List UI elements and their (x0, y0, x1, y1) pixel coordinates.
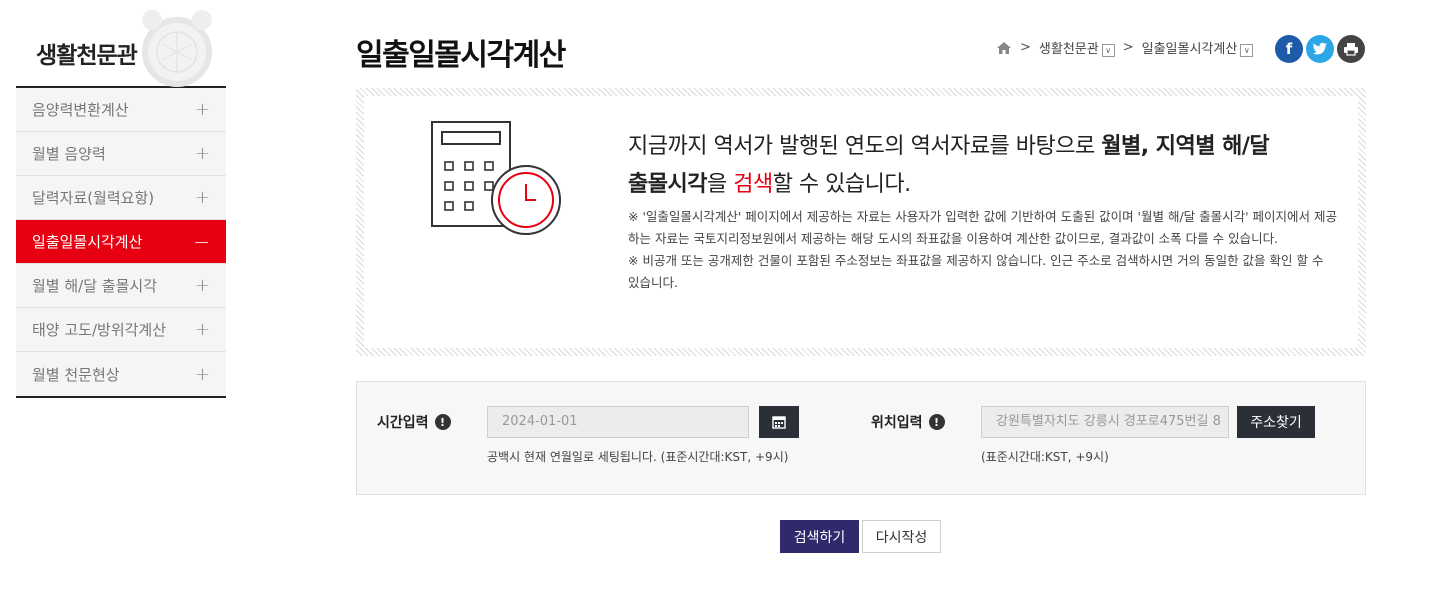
time-input-label: 시간입력 ! (377, 412, 451, 432)
facebook-icon[interactable]: f (1275, 35, 1303, 63)
chevron-down-icon[interactable]: ∨ (1240, 44, 1254, 57)
sidebar-item-label: 일출일몰시각계산 (32, 233, 143, 251)
breadcrumb-label: 일출일몰시각계산 (1141, 42, 1238, 57)
lead-text-part: 을 (706, 172, 734, 197)
calculator-clock-icon (431, 121, 561, 235)
search-button[interactable]: 검색하기 (780, 520, 859, 553)
plus-icon: + (194, 363, 210, 385)
calendar-button[interactable] (759, 406, 799, 438)
sidebar-item-monthly-astronomical-events[interactable]: 월별 천문현상 + (16, 352, 226, 396)
location-label-text: 위치입력 (871, 415, 923, 431)
lead-text-part: 할 수 있습니다. (772, 172, 911, 197)
lead-highlight-text: 검색 (733, 172, 773, 197)
sidebar-item-label: 월별 해/달 출몰시각 (32, 277, 157, 295)
time-hint: 공백시 현재 연월일로 세팅됩니다. (표준시간대:KST, +9시) (487, 450, 789, 464)
sidebar-title: 생활천문관 (36, 43, 138, 69)
alarm-clock-icon (142, 10, 212, 87)
sidebar-item-sunrise-sunset[interactable]: 일출일몰시각계산 − (16, 220, 226, 264)
twitter-icon[interactable] (1306, 35, 1334, 63)
chevron-right-icon: > (1020, 40, 1031, 55)
plus-icon: + (194, 143, 210, 164)
exclamation-icon[interactable]: ! (928, 414, 945, 430)
location-input-label: 위치입력 ! (871, 412, 945, 432)
address-search-button[interactable]: 주소찾기 (1237, 406, 1315, 438)
sidebar-item-lunar-solar-conversion[interactable]: 음양력변환계산 + (16, 88, 226, 132)
sidebar: 생활천문관 음양력변환계산 + 월별 음양력 + 달력자료(월력요항) + 일출… (16, 0, 226, 398)
sidebar-item-label: 월별 음양력 (32, 145, 106, 163)
chevron-right-icon: > (1122, 40, 1134, 55)
reset-button[interactable]: 다시작성 (862, 520, 941, 553)
info-box: 지금까지 역서가 발행된 연도의 역서자료를 바탕으로 월별, 지역별 해/달 … (356, 88, 1366, 356)
sidebar-item-label: 달력자료(월력요항) (32, 189, 155, 207)
print-icon[interactable] (1337, 35, 1365, 63)
time-label-text: 시간입력 (377, 415, 429, 431)
info-lead-text: 지금까지 역서가 발행된 연도의 역서자료를 바탕으로 월별, 지역별 해/달 … (628, 128, 1328, 204)
breadcrumb-label: 생활천문관 (1038, 42, 1099, 57)
location-hint: (표준시간대:KST, +9시) (981, 450, 1109, 464)
sidebar-item-monthly-lunar-solar[interactable]: 월별 음양력 + (16, 132, 226, 176)
search-form-panel: 시간입력 ! 2024-01-01 공백시 현재 연월일로 세팅됩니다. (표준… (356, 381, 1366, 495)
address-input[interactable]: 강원특별자치도 강릉시 경포로475번길 8 (981, 406, 1229, 438)
info-box-inner: 지금까지 역서가 발행된 연도의 역서자료를 바탕으로 월별, 지역별 해/달 … (364, 96, 1358, 348)
sidebar-menu: 음양력변환계산 + 월별 음양력 + 달력자료(월력요항) + 일출일몰시각계산… (16, 88, 226, 398)
sidebar-item-label: 태양 고도/방위각계산 (32, 321, 167, 339)
plus-icon: + (194, 319, 210, 340)
sidebar-item-label: 음양력변환계산 (32, 101, 129, 119)
sidebar-item-label: 월별 천문현상 (32, 365, 120, 384)
sidebar-item-monthly-sun-moon-times[interactable]: 월별 해/달 출몰시각 + (16, 264, 226, 308)
breadcrumb: > 생활천문관 ∨ > 일출일몰시각계산 ∨ (996, 38, 1254, 57)
info-note: ※ '일출일몰시각계산' 페이지에서 제공하는 자료는 사용자가 입력한 값에 … (628, 209, 1338, 246)
date-input[interactable]: 2024-01-01 (487, 406, 749, 438)
calendar-icon (772, 416, 786, 429)
sidebar-item-sun-altitude-azimuth[interactable]: 태양 고도/방위각계산 + (16, 308, 226, 352)
plus-icon: + (194, 187, 210, 208)
sidebar-header: 생활천문관 (16, 0, 226, 88)
share-buttons: f (1275, 35, 1365, 63)
plus-icon: + (194, 275, 210, 296)
sidebar-item-calendar-data[interactable]: 달력자료(월력요항) + (16, 176, 226, 220)
info-note: ※ 비공개 또는 공개제한 건물이 포함된 주소정보는 좌표값을 제공하지 않습… (628, 253, 1324, 290)
lead-text-part: 지금까지 역서가 발행된 연도의 역서자료를 바탕으로 (628, 134, 1102, 159)
lead-bold-text: 월별, 지역별 해/달 (1101, 134, 1270, 159)
exclamation-icon[interactable]: ! (434, 414, 451, 430)
breadcrumb-item[interactable]: 생활천문관 ∨ (1039, 38, 1115, 57)
plus-icon: + (194, 99, 210, 120)
breadcrumb-item[interactable]: 일출일몰시각계산 ∨ (1142, 38, 1254, 57)
lead-bold-text: 출몰시각 (628, 172, 707, 197)
minus-icon: − (193, 229, 210, 254)
info-notes: ※ '일출일몰시각계산' 페이지에서 제공하는 자료는 사용자가 입력한 값에 … (628, 206, 1338, 294)
chevron-down-icon[interactable]: ∨ (1101, 44, 1115, 57)
page-title: 일출일몰시각계산 (356, 38, 566, 73)
home-icon[interactable] (996, 41, 1012, 55)
